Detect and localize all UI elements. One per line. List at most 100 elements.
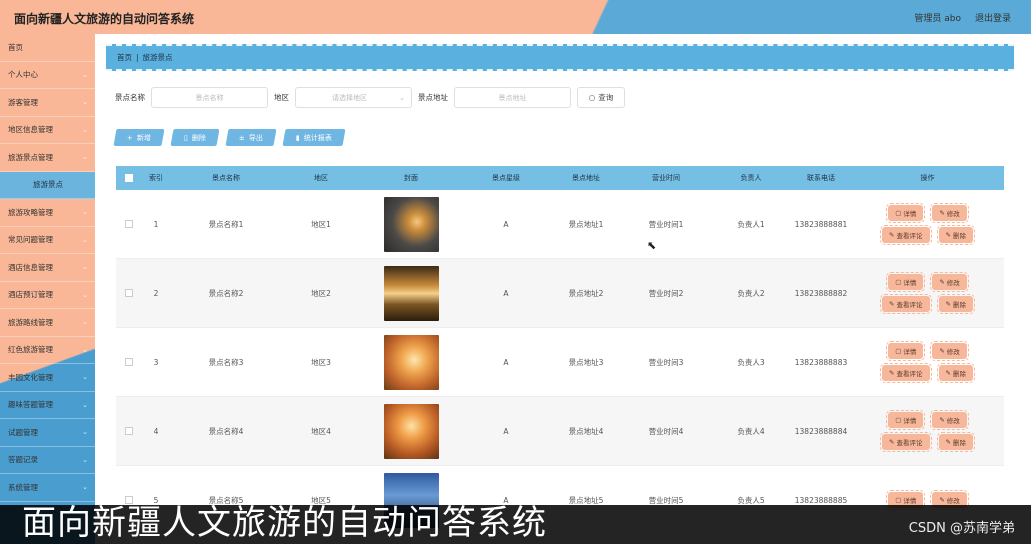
sidebar-item-label: 酒店信息管理 (8, 262, 53, 272)
contact-phone: 13823888881 (794, 219, 848, 229)
sidebar-menu: 首页 个人中心 ⌄ 游客管理 ⌄ 地区信息管理 ⌄ 旅游景点管理 ⌄ 旅游景点 旅游攻略… (0, 34, 95, 544)
sidebar-item-label: 旅游攻略管理 (8, 207, 53, 217)
delete-button[interactable]: ▯ 删除 (170, 129, 220, 146)
contact-phone: 13823888883 (794, 357, 848, 367)
file-icon: ▢ (895, 278, 902, 286)
pencil-icon: ✎ (889, 300, 895, 308)
report-button[interactable]: ▮ 统计报表 (282, 129, 345, 146)
sidebar-item-routes[interactable]: 旅游路线管理 ⌄ (0, 309, 95, 337)
spot-name: 景点名称1 (208, 219, 244, 229)
export-button[interactable]: ± 导出 (225, 129, 277, 146)
row-actions: ▢ 详情 ✎ 修改 ✎ 查看评论 ✎ 删除 (851, 203, 1004, 245)
row-actions: ▢ 详情 ✎ 修改 ✎ 查看评论 ✎ 删除 (851, 272, 1004, 314)
breadcrumb: 首页 | 旅游景点 (106, 44, 1014, 71)
name-filter-label: 景点名称 (115, 93, 145, 102)
edit-button[interactable]: ✎ 修改 (930, 410, 969, 430)
spot-level: A (503, 219, 509, 229)
select-all-checkbox[interactable] (116, 174, 141, 182)
address-search-input[interactable]: 景点地址 (454, 87, 571, 108)
sidebar-item-hotels[interactable]: 酒店信息管理 ⌄ (0, 254, 95, 282)
row-delete-button[interactable]: ✎ 删除 (936, 432, 975, 452)
edit-button[interactable]: ✎ 修改 (930, 272, 969, 292)
sidebar-item-home[interactable]: 首页 (0, 34, 95, 62)
logout-button[interactable]: 退出登录 (975, 11, 1011, 24)
view-comments-button[interactable]: ✎ 查看评论 (880, 432, 932, 452)
sidebar-item-quiz[interactable]: 趣味答题管理 ⌄ (0, 392, 95, 419)
cover-image (383, 265, 439, 321)
sidebar-item-scenic-mgmt[interactable]: 旅游景点管理 ⌄ (0, 144, 95, 172)
row-index: 1 (153, 219, 159, 229)
edit-button[interactable]: ✎ 修改 (930, 341, 969, 361)
opening-hours: 营业时间1 (648, 219, 684, 229)
pencil-icon: ✎ (939, 496, 945, 504)
detail-button-label: 详情 (903, 417, 917, 425)
sidebar-item-profile[interactable]: 个人中心 ⌄ (0, 62, 95, 89)
sidebar-item-faq[interactable]: 常见问题管理 ⌄ (0, 227, 95, 254)
sidebar-subitem-scenic[interactable]: 旅游景点 (0, 171, 95, 199)
breadcrumb-home[interactable]: 首页 (117, 52, 132, 63)
sidebar-item-label: 旅游景点管理 (8, 152, 53, 162)
sidebar-item-questions[interactable]: 试题管理 ⌄ (0, 419, 95, 447)
area-filter-label: 地区 (274, 93, 289, 102)
area-select[interactable]: 请选择地区 ⌄ (295, 87, 412, 108)
spot-name: 景点名称4 (208, 426, 244, 436)
sidebar-item-bookings[interactable]: 酒店预订管理 ⌄ (0, 282, 95, 309)
sidebar-item-label: 地区信息管理 (8, 125, 53, 135)
action-toolbar: + 新增 ▯ 删除 ± 导出 ▮ 统计报表 (113, 129, 345, 146)
sidebar-item-records[interactable]: 答题记录 ⌄ (0, 447, 95, 474)
view-comments-button[interactable]: ✎ 查看评论 (880, 363, 932, 383)
column-header: 景点地址 (572, 174, 600, 182)
spot-area: 地区1 (311, 219, 331, 229)
chevron-down-icon: ⌄ (82, 400, 88, 409)
sidebar-item-guides[interactable]: 旅游攻略管理 ⌄ (0, 199, 95, 227)
mouse-cursor-icon: ⬉ (647, 239, 657, 252)
pencil-icon: ✎ (939, 278, 945, 286)
spot-level: A (503, 426, 509, 436)
spot-level: A (503, 357, 509, 367)
query-button[interactable]: ○ 查询 (577, 87, 625, 108)
sidebar-item-visitors[interactable]: 游客管理 ⌄ (0, 89, 95, 117)
opening-hours: 营业时间2 (648, 288, 684, 298)
file-icon: ▢ (895, 416, 902, 424)
opening-hours: 营业时间4 (648, 426, 684, 436)
chevron-down-icon: ⌄ (82, 455, 88, 464)
view-comments-button[interactable]: ✎ 查看评论 (880, 225, 932, 245)
edit-button-label: 修改 (946, 497, 960, 505)
detail-button[interactable]: ▢ 详情 (886, 410, 926, 430)
spot-name: 景点名称3 (208, 357, 244, 367)
detail-button[interactable]: ▢ 详情 (886, 272, 926, 292)
pencil-icon: ✎ (945, 438, 951, 446)
add-button[interactable]: + 新增 (113, 129, 165, 146)
row-checkbox[interactable] (116, 220, 141, 228)
row-delete-button[interactable]: ✎ 删除 (936, 363, 975, 383)
chevron-down-icon: ⌄ (399, 93, 405, 102)
row-delete-button[interactable]: ✎ 删除 (936, 225, 975, 245)
row-checkbox[interactable] (116, 289, 141, 297)
comments-button-label: 查看评论 (896, 439, 923, 447)
top-header: 面向新疆人文旅游的自动问答系统 管理员 abo 退出登录 (0, 0, 1031, 34)
column-header: 负责人 (740, 174, 762, 182)
row-checkbox[interactable] (116, 427, 141, 435)
sidebar-item-culture[interactable]: 丰园文化管理 ⌄ (0, 364, 95, 392)
spot-name: 景点名称2 (208, 288, 244, 298)
query-button-label: 查询 (598, 93, 614, 102)
spot-level: A (503, 288, 509, 298)
file-icon: ▢ (895, 347, 902, 355)
edit-button[interactable]: ✎ 修改 (930, 203, 969, 223)
edit-button-label: 修改 (946, 348, 960, 356)
row-delete-button[interactable]: ✎ 删除 (936, 294, 975, 314)
view-comments-button[interactable]: ✎ 查看评论 (880, 294, 932, 314)
detail-button[interactable]: ▢ 详情 (886, 341, 926, 361)
name-search-input[interactable]: 景点名称 (151, 87, 268, 108)
sidebar-item-label: 酒店预订管理 (8, 290, 53, 300)
csdn-watermark: CSDN @苏南学弟 (908, 521, 1015, 536)
chevron-down-icon: ⌄ (82, 125, 88, 134)
contact-phone: 13823888882 (794, 288, 848, 298)
sidebar-item-label: 丰园文化管理 (8, 372, 53, 382)
row-checkbox[interactable] (116, 358, 141, 366)
sidebar-item-label: 旅游路线管理 (8, 317, 53, 327)
sidebar-item-regions[interactable]: 地区信息管理 ⌄ (0, 117, 95, 144)
detail-button[interactable]: ▢ 详情 (886, 203, 926, 223)
pencil-icon: ✎ (945, 300, 951, 308)
sidebar-item-red-tourism[interactable]: 红色旅游管理 ⌄ (0, 337, 95, 364)
